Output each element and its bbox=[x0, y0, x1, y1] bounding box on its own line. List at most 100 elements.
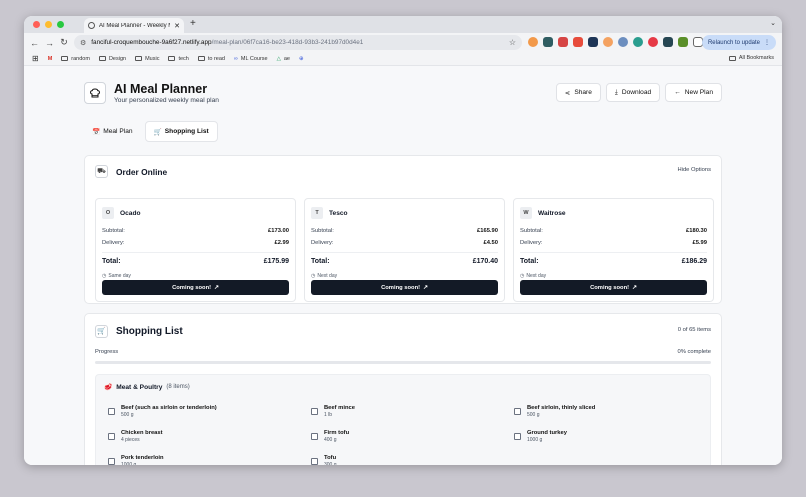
hide-options-button[interactable]: Hide Options bbox=[677, 167, 711, 173]
item-name: Tofu bbox=[324, 454, 337, 461]
browser-window: AI Meal Planner - Weekly Me ✕ + ⌄ ← → ↻ … bbox=[24, 16, 782, 465]
extension-icon[interactable] bbox=[633, 37, 643, 47]
reload-button[interactable]: ↻ bbox=[60, 37, 68, 48]
bookmark-ae[interactable]: △ ae bbox=[277, 56, 290, 62]
total-row: Total: £170.40 bbox=[311, 252, 498, 270]
bookmarks-bar: ⊞ M random Design Music tech to read ∞ ML… bbox=[24, 52, 782, 66]
view-tabs: 📅 Meal Plan 🛒 Shopping List bbox=[84, 121, 218, 142]
subtotal-value: £173.00 bbox=[268, 228, 289, 234]
item-checkbox[interactable] bbox=[108, 457, 115, 465]
back-button[interactable]: ← bbox=[30, 38, 39, 48]
item-checkbox[interactable] bbox=[514, 407, 521, 415]
extension-icon[interactable] bbox=[663, 37, 673, 47]
zoom-window-button[interactable] bbox=[57, 21, 64, 28]
download-icon: ⤓ bbox=[614, 88, 618, 96]
item-checkbox[interactable] bbox=[108, 407, 115, 415]
item-grid: Beef (such as sirloin or tenderloin) 500 … bbox=[108, 403, 708, 465]
folder-icon bbox=[197, 56, 205, 61]
extension-icon[interactable] bbox=[678, 37, 688, 47]
folder-icon bbox=[728, 55, 736, 61]
extension-icon[interactable] bbox=[528, 37, 538, 47]
link-icon: ∞ bbox=[233, 55, 238, 62]
minimize-window-button[interactable] bbox=[45, 21, 52, 28]
extension-icon[interactable] bbox=[648, 37, 658, 47]
item-checkbox[interactable] bbox=[311, 407, 318, 415]
url-field[interactable]: ⚙ fanciful-croquembouche-9a6f27.netlify.… bbox=[74, 35, 522, 50]
url-path: /meal-plan/06f7ca16-be23-418d-93b3-241b9… bbox=[211, 39, 364, 46]
extension-icon[interactable] bbox=[618, 37, 628, 47]
item-checkbox[interactable] bbox=[311, 432, 318, 440]
arrow-left-icon: ← bbox=[674, 89, 681, 96]
list-item[interactable]: Firm tofu 400 g bbox=[311, 428, 514, 444]
order-button[interactable]: Coming soon! ↗ bbox=[102, 280, 289, 295]
list-item[interactable]: Beef sirloin, thinly sliced 500 g bbox=[514, 403, 708, 419]
page-subtitle: Your personalized weekly meal plan bbox=[114, 97, 219, 104]
item-quantity: 500 g bbox=[527, 411, 540, 418]
bookmark-music[interactable]: Music bbox=[135, 56, 159, 62]
item-name: Beef mince bbox=[324, 404, 355, 411]
extension-icon[interactable] bbox=[588, 37, 598, 47]
item-name: Beef sirloin, thinly sliced bbox=[527, 404, 596, 411]
list-item[interactable]: Chicken breast 4 pieces bbox=[108, 428, 311, 444]
item-quantity: 1 lb bbox=[324, 411, 333, 418]
total-row: Total: £175.99 bbox=[102, 252, 289, 270]
delivery-eta: ◷ Same day bbox=[102, 273, 131, 279]
order-button[interactable]: Coming soon! ↗ bbox=[311, 280, 498, 295]
bookmark-design[interactable]: Design bbox=[98, 56, 126, 62]
bookmark-random[interactable]: random bbox=[61, 56, 90, 62]
external-link-icon: ↗ bbox=[214, 284, 219, 291]
bookmark-to-read[interactable]: to read bbox=[197, 56, 225, 62]
store-card-tesco: T Tesco Subtotal: £165.90 Delivery: £4.50 Tota… bbox=[304, 198, 505, 302]
browser-tab[interactable]: AI Meal Planner - Weekly Me ✕ bbox=[84, 18, 184, 33]
close-tab-icon[interactable]: ✕ bbox=[174, 22, 180, 30]
more-icon: ⋮ bbox=[764, 40, 770, 46]
extension-icon[interactable] bbox=[558, 37, 568, 47]
subtotal-row: Subtotal: £165.90 bbox=[311, 228, 498, 234]
close-window-button[interactable] bbox=[33, 21, 40, 28]
shopping-list-card: 🛒 Shopping List 0 of 65 items Progress 0… bbox=[84, 313, 722, 465]
all-bookmarks[interactable]: All Bookmarks bbox=[728, 55, 774, 61]
list-item[interactable]: Pork tenderloin 1000 g bbox=[108, 453, 311, 465]
list-item[interactable]: Beef (such as sirloin or tenderloin) 500 … bbox=[108, 403, 311, 419]
list-item[interactable]: Ground turkey 1000 g bbox=[514, 428, 708, 444]
share-button[interactable]: ⋖ Share bbox=[555, 83, 601, 102]
site-info-icon[interactable]: ⚙ bbox=[80, 39, 86, 47]
item-checkbox[interactable] bbox=[311, 457, 318, 465]
progress-text: 0% complete bbox=[677, 349, 711, 355]
forward-button[interactable]: → bbox=[45, 38, 54, 48]
item-name: Beef (such as sirloin or tenderloin) bbox=[121, 404, 217, 411]
progress-row: Progress 0% complete bbox=[95, 349, 711, 355]
item-checkbox[interactable] bbox=[108, 432, 115, 440]
bookmark-star-icon[interactable]: ☆ bbox=[509, 38, 516, 47]
bookmark-tech[interactable]: tech bbox=[168, 56, 189, 62]
tab-shopping-list[interactable]: 🛒 Shopping List bbox=[144, 121, 218, 142]
new-tab-button[interactable]: + bbox=[190, 18, 196, 29]
folder-icon bbox=[61, 56, 69, 61]
relaunch-button[interactable]: Relaunch to update ⋮ bbox=[701, 35, 776, 50]
extension-icon[interactable] bbox=[573, 37, 583, 47]
globe-icon bbox=[88, 22, 95, 29]
extension-icon[interactable] bbox=[543, 37, 553, 47]
progress-bar bbox=[95, 361, 711, 364]
list-item[interactable]: Tofu 300 g bbox=[311, 453, 514, 465]
folder-icon bbox=[135, 56, 143, 61]
item-quantity: 1000 g bbox=[121, 461, 137, 466]
delivery-row: Delivery: £2.99 bbox=[102, 240, 289, 246]
item-checkbox[interactable] bbox=[514, 432, 521, 440]
store-header: T Tesco bbox=[311, 206, 498, 220]
external-link-icon: ↗ bbox=[423, 284, 428, 291]
tab-meal-plan[interactable]: 📅 Meal Plan bbox=[84, 121, 141, 142]
share-icon: ⋖ bbox=[564, 89, 571, 97]
order-button[interactable]: Coming soon! ↗ bbox=[520, 280, 707, 295]
new-plan-button[interactable]: ← New Plan bbox=[665, 83, 722, 102]
category-name: Meat & Poultry bbox=[116, 383, 163, 391]
chevron-down-icon[interactable]: ⌄ bbox=[770, 19, 776, 27]
download-button[interactable]: ⤓ Download bbox=[605, 83, 661, 102]
gmail-icon[interactable]: M bbox=[48, 56, 53, 62]
list-item[interactable]: Beef mince 1 lb bbox=[311, 403, 514, 419]
compass-icon[interactable]: ⊕ bbox=[299, 56, 304, 62]
subtotal-value: £180.30 bbox=[686, 228, 707, 234]
bookmark-ml-course[interactable]: ∞ ML Course bbox=[234, 56, 268, 62]
apps-icon[interactable]: ⊞ bbox=[32, 54, 39, 63]
extension-icon[interactable] bbox=[603, 37, 613, 47]
